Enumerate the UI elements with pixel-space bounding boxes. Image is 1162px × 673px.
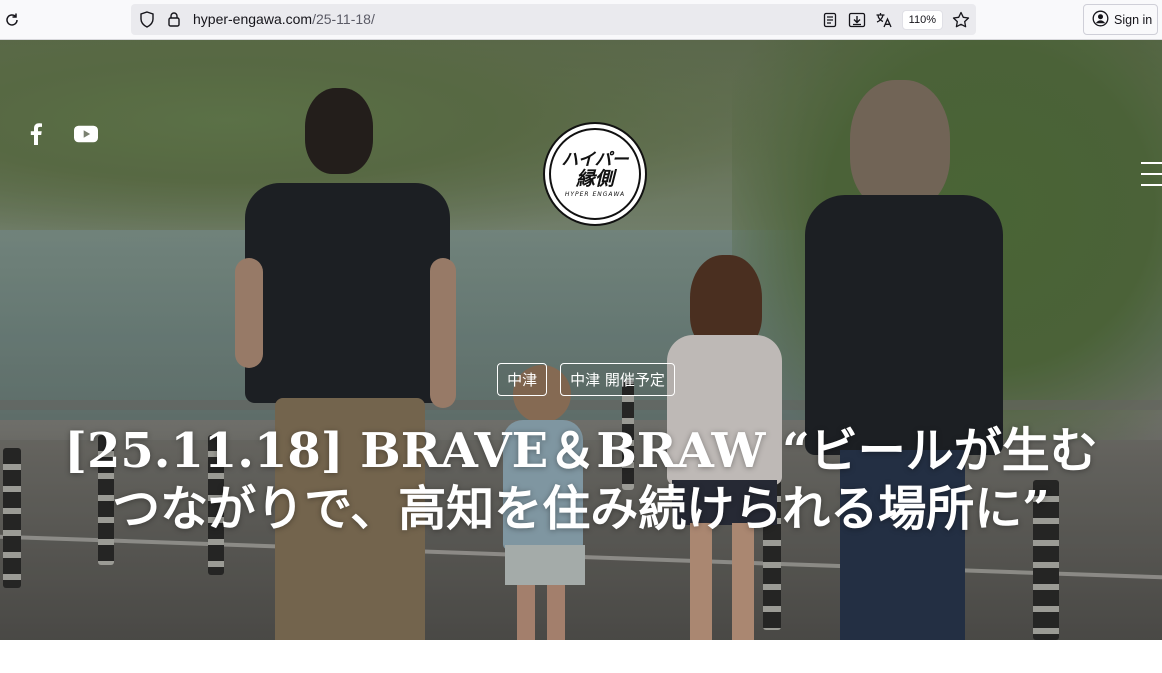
tag-nakatsu-upcoming[interactable]: 中津 開催予定 <box>560 363 675 396</box>
download-icon[interactable] <box>848 11 866 29</box>
browser-toolbar: hyper-engawa.com/25-11-18/ 110% Sign in <box>0 0 1162 40</box>
tag-nakatsu[interactable]: 中津 <box>497 363 548 396</box>
url-path: /25-11-18/ <box>312 11 375 27</box>
url-host: hyper-engawa.com <box>193 11 313 27</box>
translate-icon[interactable] <box>875 11 893 29</box>
sign-in-label: Sign in <box>1114 12 1153 27</box>
category-tags: 中津 中津 開催予定 <box>0 363 1162 396</box>
site-logo[interactable]: ハイパー 縁側 HYPER ENGAWA <box>543 122 647 226</box>
page-title-line-1: [25.11.18] BRAVE＆BRAW “ビールが生む <box>64 423 1098 479</box>
reader-view-icon[interactable] <box>821 11 839 29</box>
logo-text-kanji: 縁側 <box>575 167 614 190</box>
zoom-level[interactable]: 110% <box>901 9 943 30</box>
url-actions: 110% <box>821 8 970 31</box>
facebook-icon[interactable] <box>24 122 48 146</box>
logo-text-english: HYPER ENGAWA <box>564 190 626 198</box>
page-title-line-2: つながりで、高知を住み続けられる場所に” <box>112 481 1050 537</box>
account-icon <box>1092 10 1109 30</box>
bookmark-star-icon[interactable] <box>952 11 970 29</box>
lock-icon[interactable] <box>167 11 181 32</box>
page-title: [25.11.18] BRAVE＆BRAW “ビールが生む つながりで、高知を住… <box>0 422 1162 538</box>
hamburger-menu-icon[interactable] <box>1141 162 1162 186</box>
reload-icon[interactable] <box>2 10 22 30</box>
site-logo-ring: ハイパー 縁側 HYPER ENGAWA <box>549 128 641 220</box>
sign-in-button[interactable]: Sign in <box>1083 4 1158 35</box>
social-links <box>24 122 98 146</box>
hero-section: ハイパー 縁側 HYPER ENGAWA 中津 中津 開催予定 [25.11.1… <box>0 40 1162 640</box>
logo-text-katakana: ハイパー <box>561 149 629 170</box>
youtube-icon[interactable] <box>74 122 98 146</box>
address-bar[interactable]: hyper-engawa.com/25-11-18/ 110% <box>131 4 976 35</box>
url-text[interactable]: hyper-engawa.com/25-11-18/ <box>193 11 375 27</box>
shield-icon[interactable] <box>139 11 155 32</box>
